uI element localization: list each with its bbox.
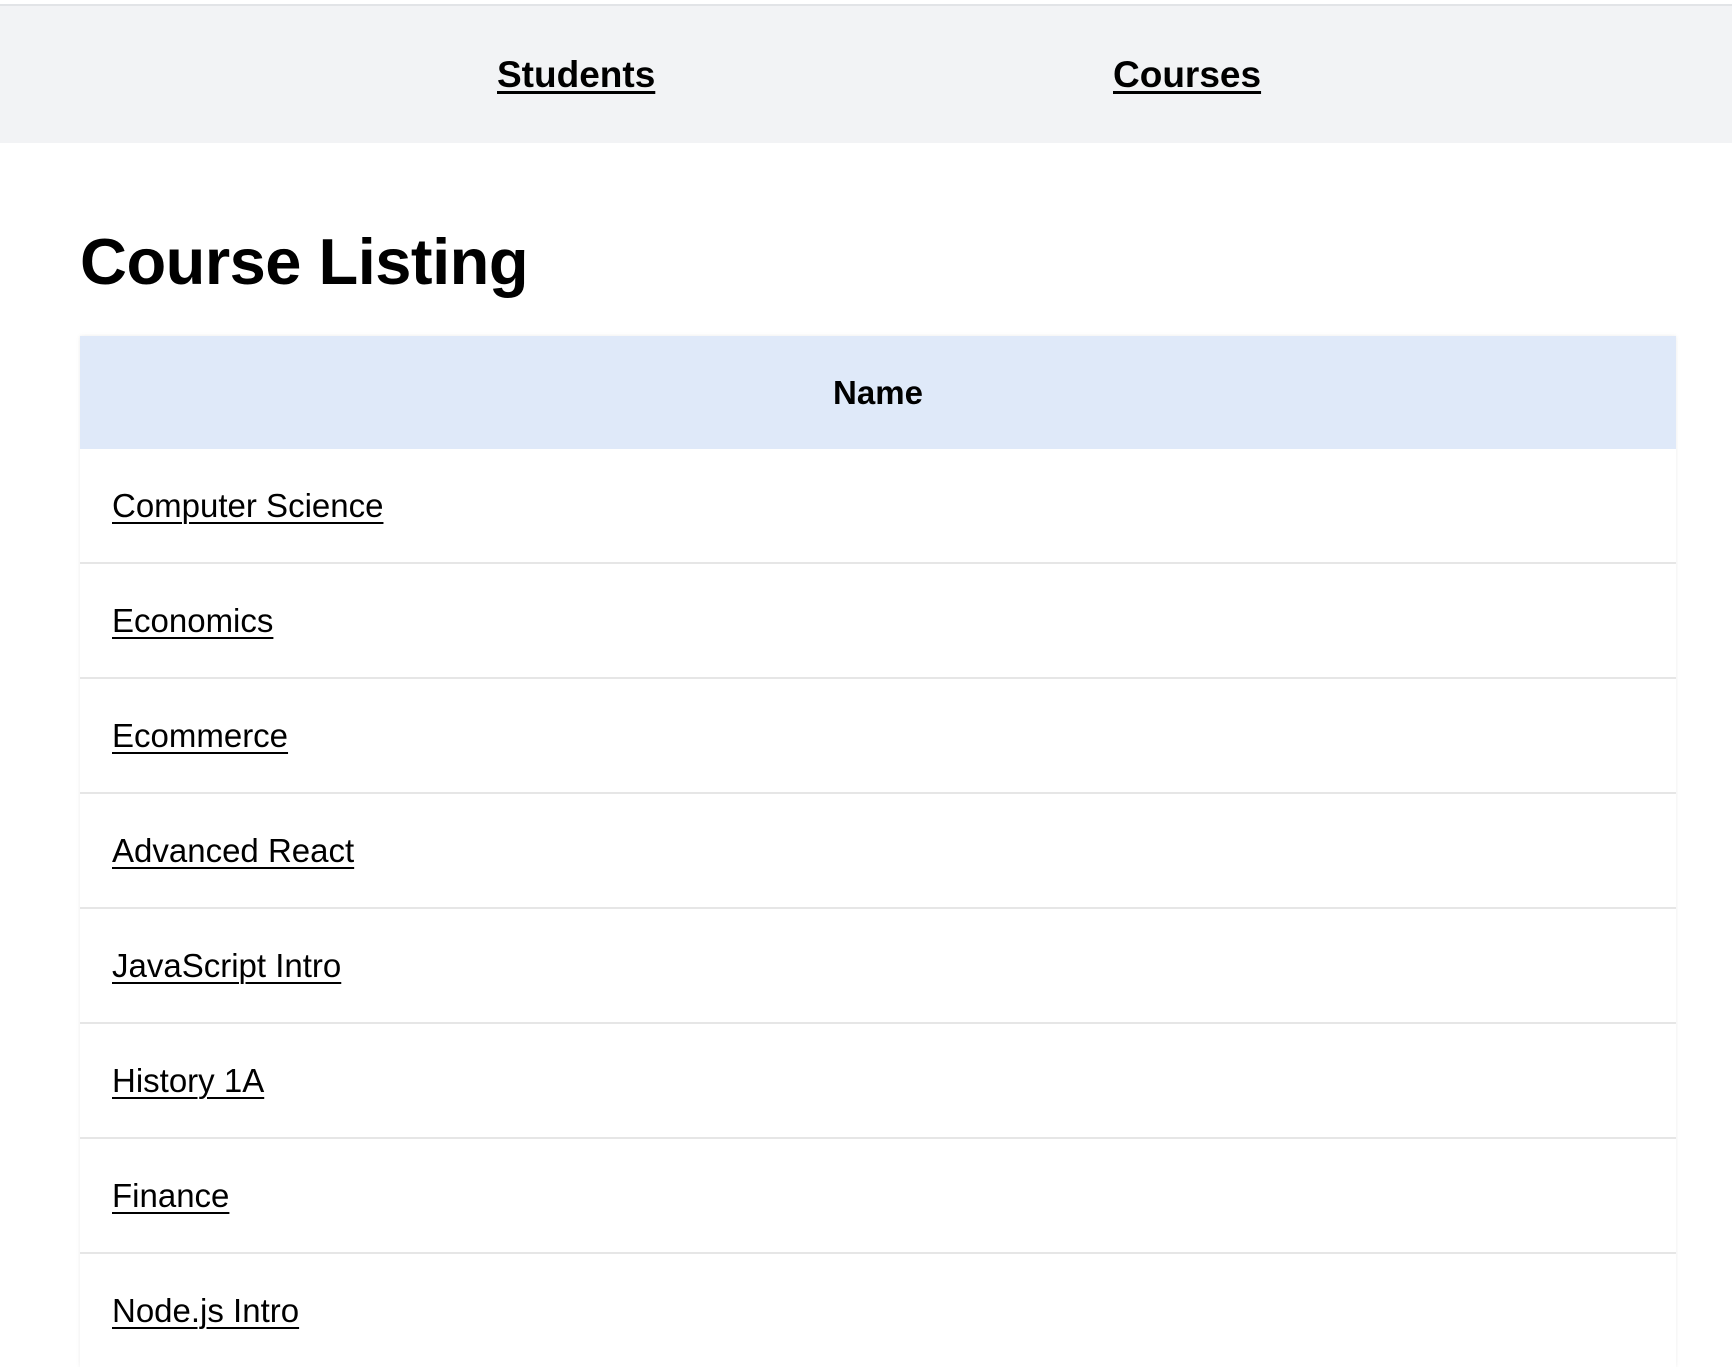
table-cell: Computer Science — [80, 449, 1676, 563]
table-cell: History 1A — [80, 1022, 1676, 1138]
table-row: Ecommerce — [80, 677, 1676, 793]
course-link-ecommerce[interactable]: Ecommerce — [112, 717, 288, 754]
header-row: Name — [80, 336, 1676, 449]
course-link-history-1a[interactable]: History 1A — [112, 1062, 264, 1099]
table-cell: Economics — [80, 562, 1676, 678]
course-table: Name Computer Science Economics Ecommerc… — [80, 336, 1676, 1367]
table-row: Finance — [80, 1137, 1676, 1253]
table-body: Computer Science Economics Ecommerce Adv… — [80, 449, 1676, 1367]
nav-link-students[interactable]: Students — [497, 54, 655, 96]
course-link-economics[interactable]: Economics — [112, 602, 273, 639]
table-row: JavaScript Intro — [80, 907, 1676, 1023]
table-row: Computer Science — [80, 449, 1676, 563]
page-title: Course Listing — [80, 225, 529, 298]
table-row: History 1A — [80, 1022, 1676, 1138]
course-link-finance[interactable]: Finance — [112, 1177, 229, 1214]
nav-link-courses[interactable]: Courses — [1113, 54, 1261, 96]
table-cell: Finance — [80, 1137, 1676, 1253]
table-cell: Node.js Intro — [80, 1252, 1676, 1367]
course-table-container: Name Computer Science Economics Ecommerc… — [80, 336, 1676, 1367]
course-link-computer-science[interactable]: Computer Science — [112, 487, 383, 524]
course-link-nodejs-intro[interactable]: Node.js Intro — [112, 1292, 299, 1329]
top-navigation: Students Courses — [0, 6, 1732, 143]
table-cell: Advanced React — [80, 792, 1676, 908]
table-cell: JavaScript Intro — [80, 907, 1676, 1023]
table-row: Economics — [80, 562, 1676, 678]
course-link-advanced-react[interactable]: Advanced React — [112, 832, 354, 869]
column-header-name: Name — [80, 336, 1676, 449]
table-cell: Ecommerce — [80, 677, 1676, 793]
course-link-javascript-intro[interactable]: JavaScript Intro — [112, 947, 341, 984]
table-header: Name — [80, 336, 1676, 449]
table-row: Node.js Intro — [80, 1252, 1676, 1367]
table-row: Advanced React — [80, 792, 1676, 908]
